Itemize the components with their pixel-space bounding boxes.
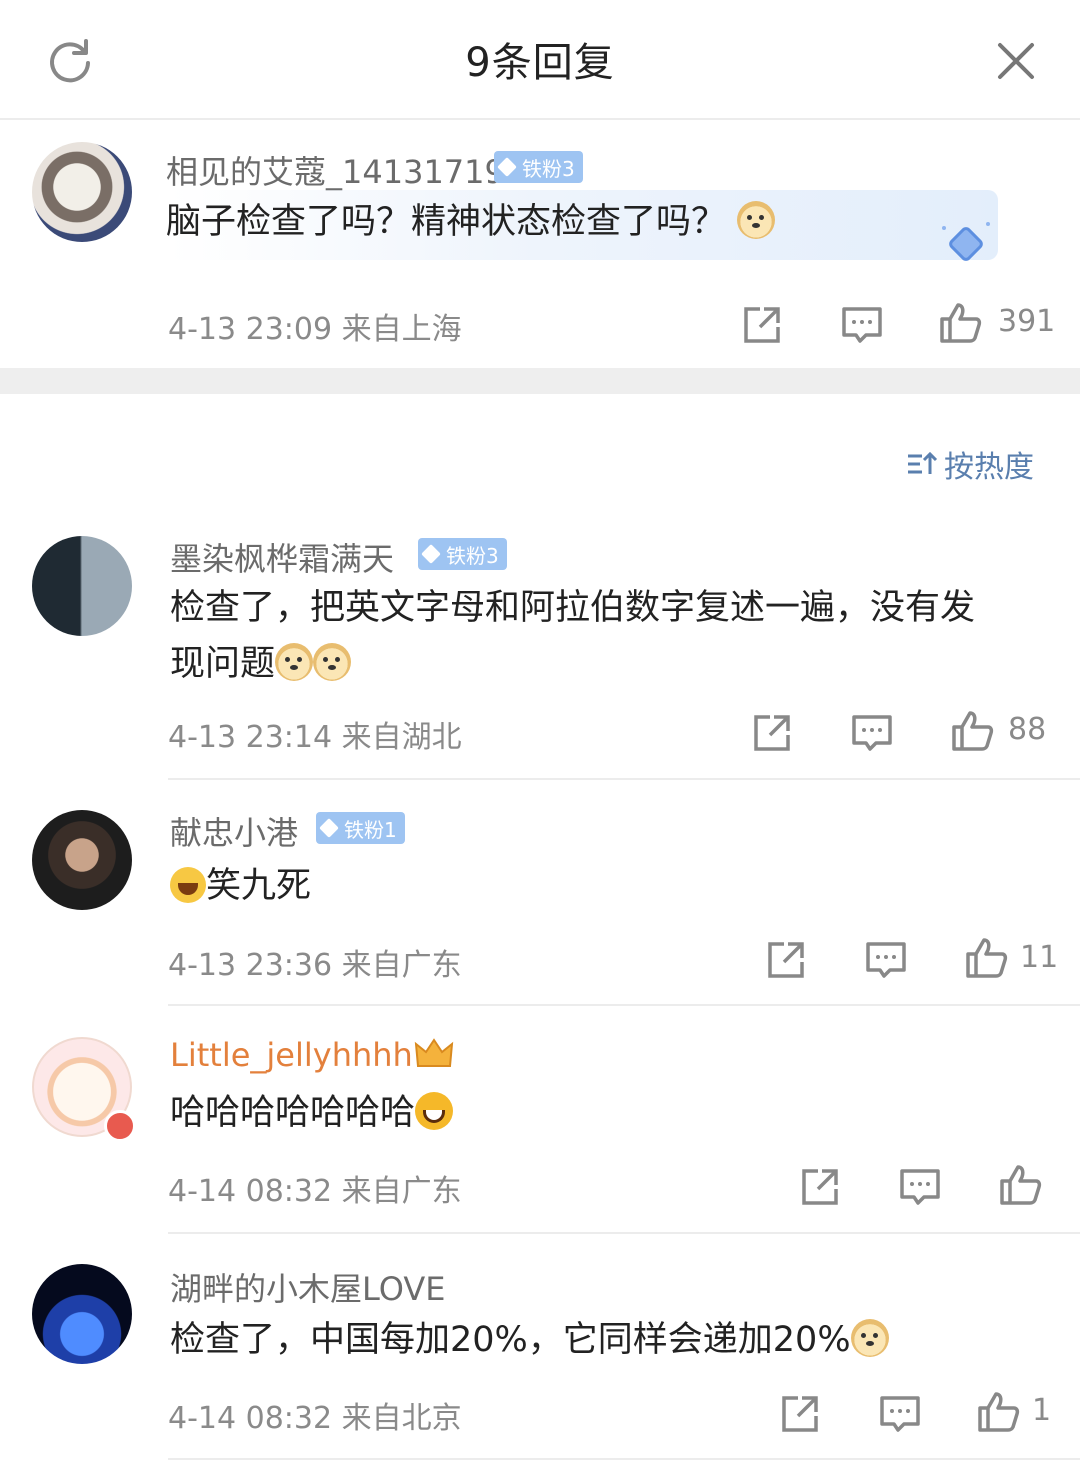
close-icon[interactable]	[988, 33, 1044, 89]
vip-badge-icon	[104, 1110, 136, 1142]
avatar[interactable]	[32, 810, 132, 910]
divider-bar	[0, 368, 1080, 394]
like-count: 1	[1032, 1393, 1052, 1428]
avatar[interactable]	[32, 1264, 132, 1364]
comment-meta: 4-13 23:14 来自湖北	[168, 720, 462, 755]
sort-by-hot-button[interactable]: 按热度	[906, 444, 1034, 485]
fan-badge: 铁粉3	[494, 151, 583, 183]
comment-text-continued: 现问题	[170, 636, 352, 692]
like-count: 11	[1020, 940, 1059, 975]
share-icon[interactable]	[778, 1392, 822, 1436]
comment-meta: 4-14 08:32 来自广东	[168, 1174, 462, 1209]
laugh-cry-emoji-icon	[170, 867, 206, 903]
avatar[interactable]	[32, 536, 132, 636]
share-icon[interactable]	[798, 1165, 842, 1209]
doge-emoji-icon	[275, 643, 314, 681]
grin-emoji-icon	[415, 1092, 454, 1130]
divider	[168, 778, 1080, 780]
like-icon[interactable]	[964, 936, 1008, 980]
diamond-icon	[497, 157, 517, 177]
share-icon[interactable]	[764, 938, 808, 982]
comment-text: 检查了，把英文字母和阿拉伯数字复述一遍，没有发	[170, 588, 976, 628]
comment-text: 哈哈哈哈哈哈哈	[170, 1085, 454, 1141]
sparkle-diamond-icon	[940, 218, 992, 270]
diamond-icon	[421, 544, 441, 564]
like-icon[interactable]	[998, 1163, 1042, 1207]
comment-meta: 4-14 08:32 来自北京	[168, 1401, 462, 1436]
like-icon[interactable]	[976, 1390, 1020, 1434]
comment-icon[interactable]	[840, 303, 884, 347]
username[interactable]: 献忠小港	[170, 808, 298, 854]
comment-icon[interactable]	[878, 1392, 922, 1436]
username[interactable]: 相见的艾蔻_14131719	[166, 147, 505, 193]
comment-meta: 4-13 23:09 来自上海	[168, 312, 462, 347]
like-icon[interactable]	[938, 301, 982, 345]
like-icon[interactable]	[950, 709, 994, 753]
header: 9条回复	[0, 0, 1080, 120]
like-count: 88	[1008, 712, 1047, 747]
doge-emoji-icon	[313, 643, 352, 681]
page-title: 9条回复	[465, 40, 615, 86]
comment-icon[interactable]	[864, 938, 908, 982]
avatar[interactable]	[32, 142, 132, 242]
username[interactable]: 湖畔的小木屋LOVE	[170, 1264, 445, 1310]
doge-emoji-icon	[737, 201, 776, 239]
diamond-icon	[319, 818, 339, 838]
comment-text: 检查了，中国每加20%，它同样会递加20%	[170, 1312, 889, 1368]
crown-icon	[414, 1036, 454, 1072]
fan-badge: 铁粉1	[316, 812, 405, 844]
comment-icon[interactable]	[850, 711, 894, 755]
share-icon[interactable]	[750, 711, 794, 755]
divider	[168, 1458, 1080, 1460]
username[interactable]: Little_jellyhhhh	[170, 1036, 413, 1074]
share-icon[interactable]	[740, 303, 784, 347]
divider	[168, 1232, 1080, 1234]
like-count: 391	[998, 304, 1056, 339]
comment-meta: 4-13 23:36 来自广东	[168, 948, 462, 983]
comment-icon[interactable]	[898, 1165, 942, 1209]
sort-icon	[908, 451, 938, 474]
comment-text: 笑九死	[170, 858, 311, 914]
username[interactable]: 墨染枫桦霜满天	[170, 534, 394, 580]
reply-sheet: 9条回复 相见的艾蔻_14131719 铁粉3 脑子检查了吗？精神状态检查了吗？…	[0, 0, 1080, 1467]
doge-emoji-icon	[850, 1319, 889, 1357]
comment-text: 脑子检查了吗？精神状态检查了吗？	[166, 194, 776, 250]
divider	[168, 1004, 1080, 1006]
fan-badge: 铁粉3	[418, 538, 507, 570]
